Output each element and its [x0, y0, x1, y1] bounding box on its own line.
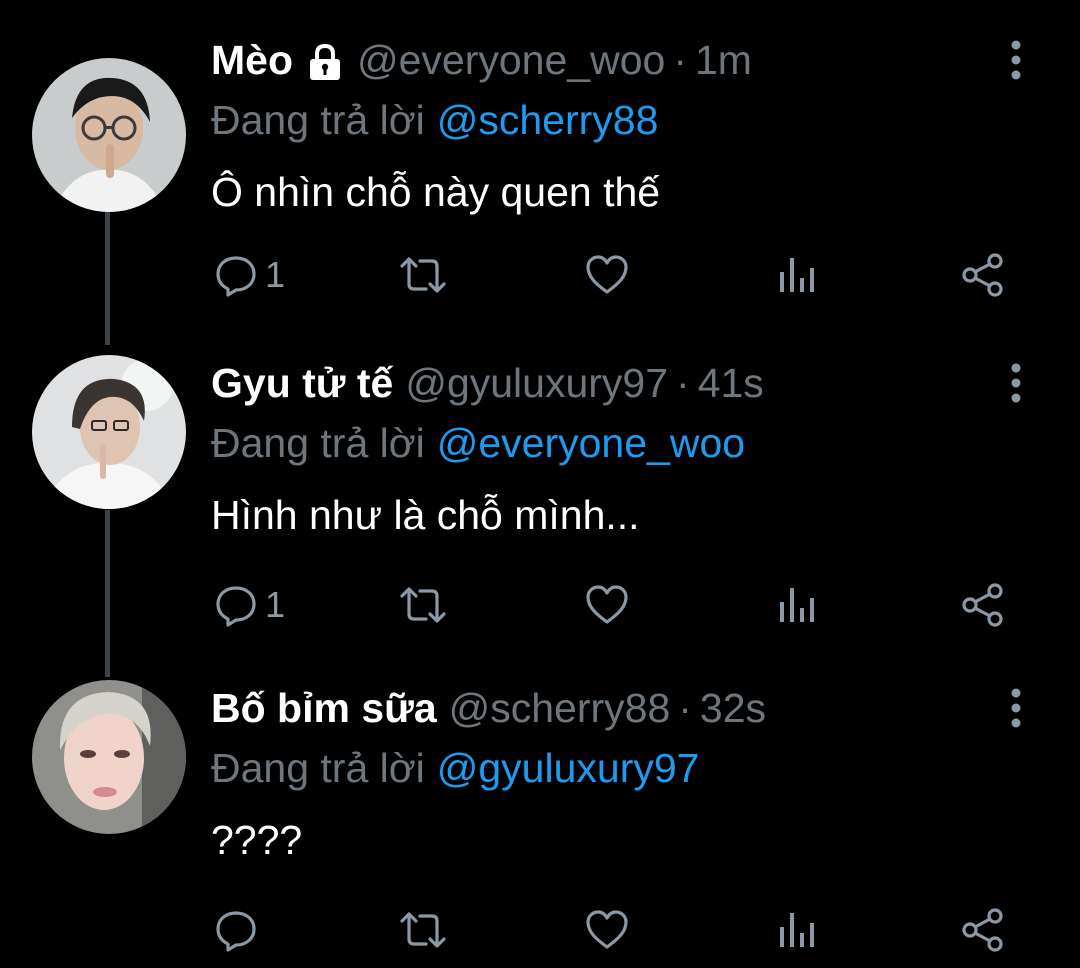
reply-count: 1	[265, 584, 286, 625]
share-icon	[962, 908, 1003, 952]
action-bar: 1	[0, 250, 1080, 300]
tweet[interactable]: Bố bỉm sữa @scherry88 · 32s Đang trả lời…	[0, 680, 1080, 968]
analytics-icon	[780, 588, 814, 622]
retweet-icon	[400, 257, 446, 293]
replying-to-label: Đang trả lời	[211, 745, 425, 791]
handle[interactable]: @scherry88	[449, 680, 671, 736]
separator-dot: ·	[678, 685, 692, 731]
tweet[interactable]: Gyu tử tế @gyuluxury97 · 41s Đang trả lờ…	[0, 355, 1080, 645]
tweet-text: Ô nhìn chỗ này quen thế	[211, 169, 661, 215]
tweet-text: ????	[211, 817, 303, 863]
reply-icon	[216, 586, 256, 627]
reply-button[interactable]: 1	[213, 580, 285, 630]
replying-to: Đang trả lời @everyone_woo	[211, 413, 745, 473]
tweet[interactable]: Mèo @everyone_woo · 1m Đang trả lời @sche…	[0, 32, 1080, 322]
replying-to-label: Đang trả lời	[211, 420, 425, 466]
handle[interactable]: @everyone_woo	[357, 32, 665, 88]
replying-to: Đang trả lời @scherry88	[211, 90, 658, 150]
share-button[interactable]	[960, 580, 1006, 630]
analytics-button[interactable]	[775, 250, 821, 300]
action-bar: 1	[0, 580, 1080, 630]
like-button[interactable]	[584, 905, 630, 955]
timestamp[interactable]: 32s	[700, 680, 766, 736]
tweet-header: Gyu tử tế @gyuluxury97 · 41s	[211, 355, 764, 411]
retweet-icon	[400, 912, 446, 948]
like-icon	[586, 585, 628, 624]
avatar[interactable]	[32, 58, 186, 212]
more-vertical-icon[interactable]	[1000, 686, 1032, 730]
retweet-icon	[400, 587, 446, 623]
analytics-icon	[780, 258, 814, 292]
like-icon	[586, 910, 628, 949]
replying-to-label: Đang trả lời	[211, 97, 425, 143]
timestamp[interactable]: 41s	[698, 355, 764, 411]
analytics-button[interactable]	[775, 580, 821, 630]
replying-to-handle[interactable]: @scherry88	[437, 97, 659, 143]
more-vertical-icon[interactable]	[1000, 38, 1032, 82]
retweet-button[interactable]	[398, 580, 448, 630]
share-button[interactable]	[960, 250, 1006, 300]
reply-button[interactable]	[213, 905, 265, 955]
display-name[interactable]: Mèo	[211, 32, 293, 88]
tweet-text: Hình như là chỗ mình...	[211, 492, 640, 538]
timestamp[interactable]: 1m	[695, 32, 752, 88]
reply-button[interactable]: 1	[213, 250, 285, 300]
share-icon	[962, 583, 1003, 627]
tweet-header: Mèo @everyone_woo · 1m	[211, 32, 752, 88]
like-icon	[586, 255, 628, 294]
more-vertical-icon[interactable]	[1000, 361, 1032, 405]
avatar[interactable]	[32, 355, 186, 509]
display-name[interactable]: Gyu tử tế	[211, 355, 393, 411]
share-button[interactable]	[960, 905, 1006, 955]
handle[interactable]: @gyuluxury97	[405, 355, 668, 411]
replying-to: Đang trả lời @gyuluxury97	[211, 738, 699, 798]
separator-dot: ·	[676, 360, 690, 406]
reply-count: 1	[265, 254, 286, 295]
share-icon	[962, 253, 1003, 297]
reply-icon	[216, 256, 256, 297]
avatar[interactable]	[32, 680, 186, 834]
like-button[interactable]	[584, 250, 630, 300]
retweet-button[interactable]	[398, 905, 448, 955]
display-name[interactable]: Bố bỉm sữa	[211, 680, 437, 736]
replying-to-handle[interactable]: @everyone_woo	[437, 420, 745, 466]
analytics-button[interactable]	[775, 905, 821, 955]
separator-dot: ·	[673, 37, 687, 83]
lock-icon	[305, 40, 345, 80]
like-button[interactable]	[584, 580, 630, 630]
reply-icon	[216, 911, 256, 952]
action-bar	[0, 905, 1080, 955]
replying-to-handle[interactable]: @gyuluxury97	[437, 745, 700, 791]
analytics-icon	[780, 913, 814, 947]
retweet-button[interactable]	[398, 250, 448, 300]
tweet-header: Bố bỉm sữa @scherry88 · 32s	[211, 680, 766, 736]
